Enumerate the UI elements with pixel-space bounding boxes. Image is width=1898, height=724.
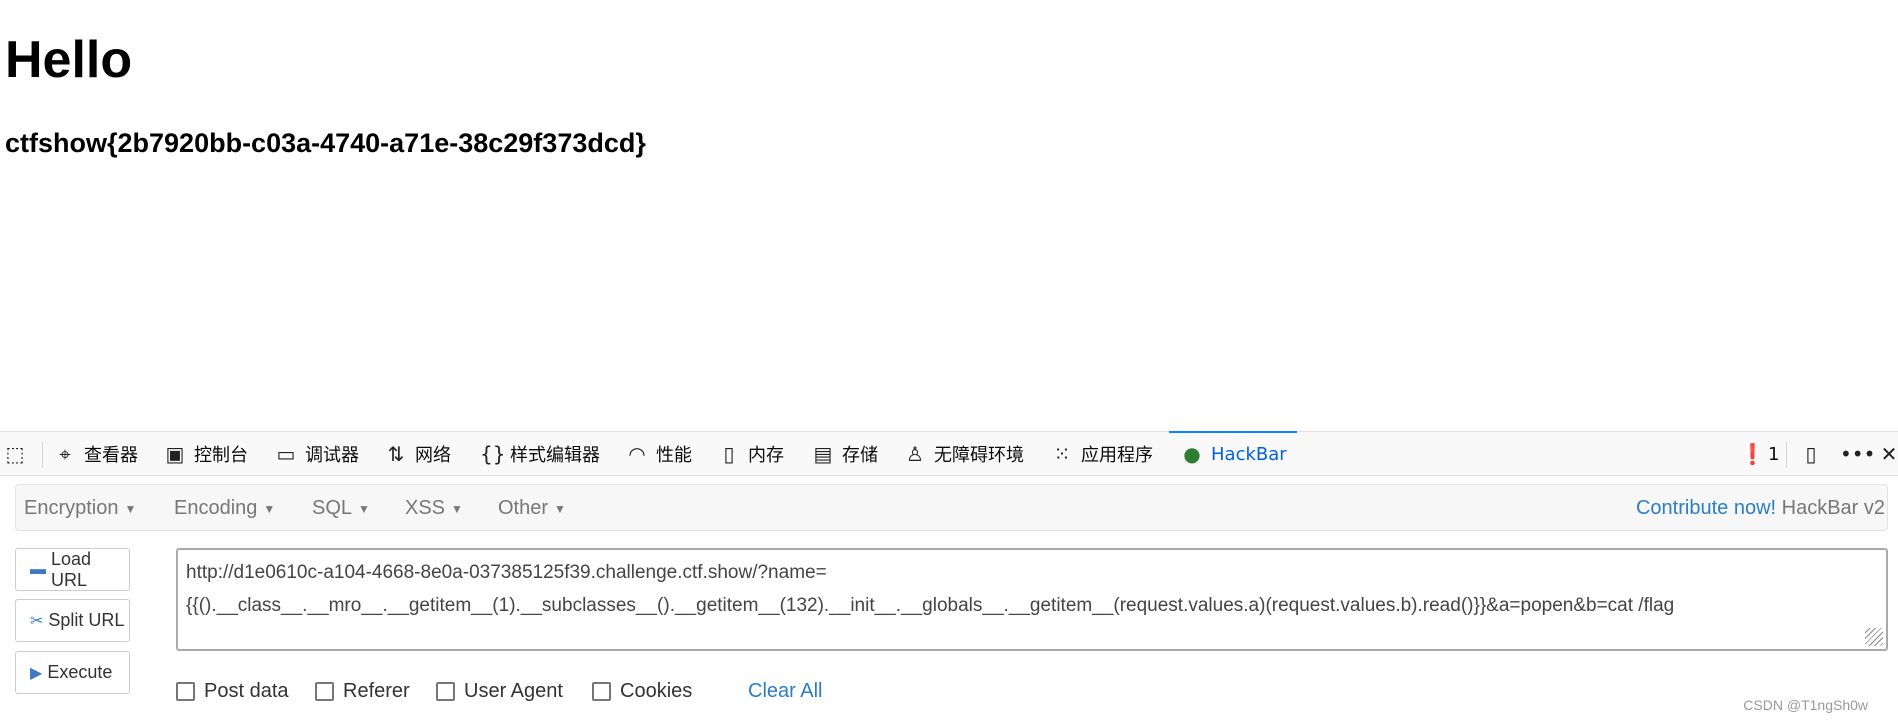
- url-textarea[interactable]: http://d1e0610c-a104-4668-8e0a-037385125…: [176, 548, 1888, 651]
- more-options-button[interactable]: •••: [1840, 432, 1876, 476]
- flag-text: ctfshow{2b7920bb-c03a-4740-a71e-38c29f37…: [5, 128, 646, 158]
- load-url-button[interactable]: ▬ Load URL: [15, 548, 130, 591]
- error-count: 1: [1768, 443, 1780, 465]
- tab-label: 调试器: [305, 445, 359, 466]
- application-icon: ⁙: [1053, 442, 1071, 466]
- tab-console[interactable]: ▣ 控制台: [164, 432, 248, 476]
- close-devtools-button[interactable]: ✕: [1878, 432, 1898, 476]
- devtools-toolbar: ⬚ ⌖ 查看器 ▣ 控制台 ▭ 调试器 ⇅ 网络 {} 样式编辑器 ◠ 性能 ▯ 内存 ▤ 存储…: [0, 431, 1898, 476]
- load-icon: ▬: [30, 560, 46, 578]
- caret-down-icon: ▼: [124, 501, 137, 516]
- tab-debugger[interactable]: ▭ 调试器: [275, 432, 359, 476]
- menu-xss[interactable]: XSS ▼: [405, 497, 463, 520]
- execute-button[interactable]: ▶ Execute: [15, 651, 130, 694]
- style-editor-icon: {}: [480, 442, 506, 466]
- button-label: Load URL: [51, 548, 92, 590]
- tab-performance[interactable]: ◠ 性能: [626, 432, 692, 476]
- tab-label: 查看器: [84, 445, 138, 466]
- tab-label: 控制台: [194, 445, 248, 466]
- debugger-icon: ▭: [276, 442, 296, 466]
- checkbox-icon: [176, 682, 195, 701]
- version-label: HackBar v2: [1781, 497, 1885, 519]
- tab-label: 样式编辑器: [510, 445, 600, 466]
- tab-label: 内存: [748, 445, 784, 466]
- caret-down-icon: ▼: [554, 501, 566, 516]
- checkbox-label: User Agent: [464, 680, 563, 702]
- play-icon: ▶: [30, 664, 43, 682]
- element-picker-button[interactable]: ⬚: [4, 432, 26, 476]
- button-label: Split URL: [48, 610, 125, 630]
- menu-encryption[interactable]: Encryption ▼: [24, 497, 136, 520]
- post-data-checkbox[interactable]: Post data: [176, 680, 289, 703]
- tab-label: 网络: [415, 445, 451, 466]
- tab-label: 存储: [842, 445, 878, 466]
- page-heading: Hello: [5, 31, 133, 89]
- tab-label: 性能: [656, 445, 692, 466]
- referer-checkbox[interactable]: Referer: [315, 680, 410, 703]
- button-label: Execute: [47, 662, 113, 682]
- responsive-icon: ▯: [1805, 442, 1817, 466]
- responsive-design-button[interactable]: ▯: [1800, 432, 1822, 476]
- menu-label: XSS: [405, 497, 446, 519]
- checkbox-label: Post data: [204, 680, 289, 702]
- more-icon: •••: [1840, 442, 1876, 466]
- contribute-link[interactable]: Contribute now!: [1636, 497, 1776, 519]
- tab-network[interactable]: ⇅ 网络: [385, 432, 451, 476]
- watermark: CSDN @T1ngSh0w: [1743, 697, 1868, 713]
- hackbar-menubar: Encryption ▼ Encoding ▼ SQL ▼ XSS ▼ Other ▼ C…: [15, 484, 1888, 531]
- user-agent-checkbox[interactable]: User Agent: [436, 680, 563, 703]
- console-icon: ▣: [165, 442, 185, 466]
- inspector-icon: ⌖: [59, 442, 71, 466]
- menu-label: SQL: [312, 497, 353, 519]
- cookies-checkbox[interactable]: Cookies: [592, 680, 692, 703]
- checkbox-label: Referer: [343, 680, 410, 702]
- menu-label: Encoding: [174, 497, 258, 519]
- caret-down-icon: ▼: [358, 501, 370, 516]
- hackbar-icon: ●: [1183, 442, 1201, 466]
- contribute-area: Contribute now! HackBar v2: [1636, 497, 1885, 520]
- close-icon: ✕: [1880, 442, 1898, 466]
- tab-style-editor[interactable]: {} 样式编辑器: [480, 432, 600, 476]
- accessibility-icon: ♙: [906, 442, 924, 466]
- split-url-button[interactable]: ✂ Split URL: [15, 599, 130, 642]
- tab-hackbar[interactable]: ● HackBar: [1169, 431, 1297, 475]
- checkbox-icon: [315, 682, 334, 701]
- tab-storage[interactable]: ▤ 存储: [812, 432, 878, 476]
- memory-icon: ▯: [723, 442, 735, 466]
- tab-label: 无障碍环境: [934, 445, 1024, 466]
- url-text: http://d1e0610c-a104-4668-8e0a-037385125…: [186, 562, 1675, 616]
- checkbox-icon: [436, 682, 455, 701]
- error-icon: ❗: [1740, 442, 1765, 466]
- tab-label: 应用程序: [1081, 445, 1153, 466]
- clear-all-link[interactable]: Clear All: [748, 680, 822, 703]
- checkbox-label: Cookies: [620, 680, 693, 702]
- tab-inspector[interactable]: ⌖ 查看器: [54, 432, 138, 476]
- tab-label: HackBar: [1211, 443, 1287, 465]
- menu-label: Encryption: [24, 497, 119, 519]
- tab-application[interactable]: ⁙ 应用程序: [1051, 432, 1153, 476]
- checkbox-icon: [592, 682, 611, 701]
- storage-icon: ▤: [813, 442, 833, 466]
- resize-handle[interactable]: [1865, 628, 1883, 646]
- divider: [42, 442, 43, 468]
- caret-down-icon: ▼: [451, 501, 463, 516]
- menu-encoding[interactable]: Encoding ▼: [174, 497, 275, 520]
- menu-sql[interactable]: SQL ▼: [312, 497, 370, 520]
- tab-memory[interactable]: ▯ 内存: [718, 432, 784, 476]
- performance-icon: ◠: [628, 442, 646, 466]
- network-icon: ⇅: [387, 442, 405, 466]
- error-count-button[interactable]: ❗ 1: [1740, 432, 1779, 476]
- scissors-icon: ✂: [30, 612, 44, 630]
- pick-element-icon: ⬚: [5, 442, 25, 466]
- divider: [1786, 442, 1787, 468]
- menu-label: Other: [498, 497, 549, 519]
- tab-accessibility[interactable]: ♙ 无障碍环境: [904, 432, 1024, 476]
- caret-down-icon: ▼: [263, 501, 276, 516]
- menu-other[interactable]: Other ▼: [498, 497, 566, 520]
